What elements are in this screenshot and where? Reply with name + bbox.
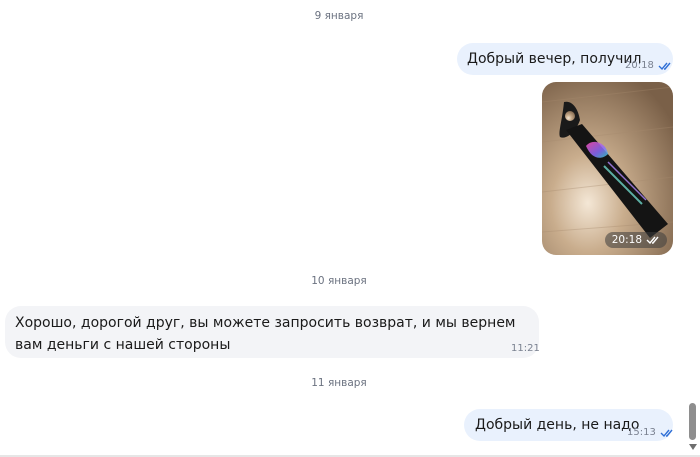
message-text: Добрый день, не надо [475, 417, 640, 433]
photo-image [542, 82, 673, 255]
message-photo[interactable]: 20:18 [542, 82, 673, 255]
message-bubble-incoming[interactable]: Хорошо, дорогой друг, вы можете запросит… [5, 306, 540, 360]
double-check-icon [660, 429, 673, 438]
photo-meta: 20:18 [604, 232, 667, 248]
scrollbar-thumb[interactable] [689, 403, 696, 440]
scroll-down-arrow-icon[interactable] [688, 443, 698, 451]
double-check-icon [658, 62, 671, 71]
date-separator: 11 января [311, 377, 367, 389]
message-bubble-outgoing[interactable]: Добрый вечер, получил 20:18 [457, 43, 673, 75]
message-time: 11:21 [511, 343, 540, 354]
message-meta: 15:13 [627, 422, 674, 444]
date-separator: 9 января [314, 10, 364, 22]
date-separator: 10 января [311, 275, 367, 287]
double-check-icon [646, 236, 659, 245]
chat-window: 9 января Добрый вечер, получил 20:18 20:… [0, 0, 700, 457]
message-time: 20:18 [625, 60, 654, 71]
message-text: Добрый вечер, получил [467, 51, 642, 67]
message-meta: 11:21 [511, 338, 540, 360]
message-meta: 20:18 [625, 55, 672, 77]
message-text: Хорошо, дорогой друг, вы можете запросит… [15, 315, 516, 353]
message-time: 15:13 [627, 427, 656, 438]
message-bubble-outgoing[interactable]: Добрый день, не надо 15:13 [464, 409, 673, 441]
message-time: 20:18 [611, 234, 642, 246]
